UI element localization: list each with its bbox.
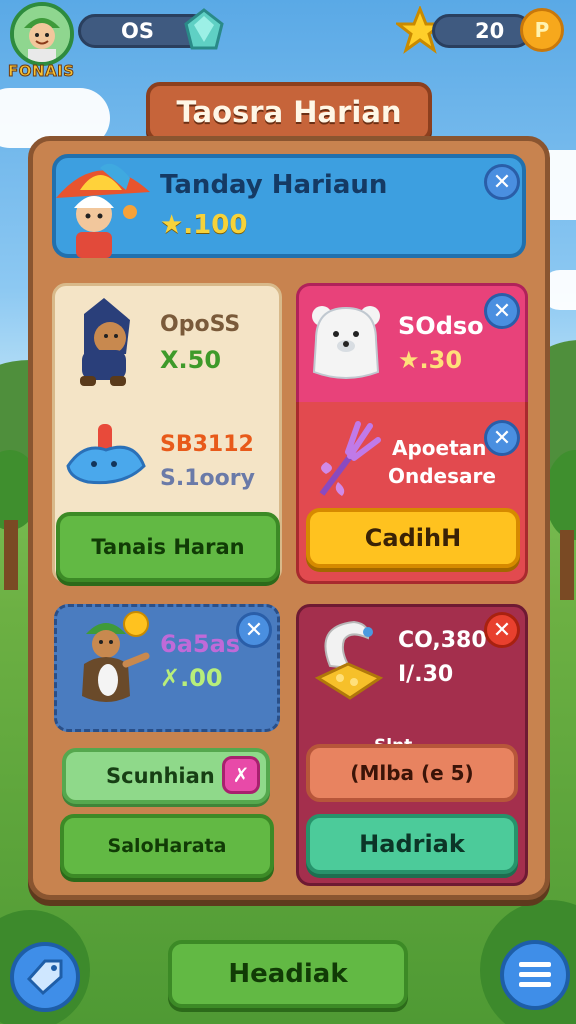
- menu-button[interactable]: [500, 940, 570, 1010]
- star-counter: 20: [432, 14, 532, 48]
- header-title: Tanday Hariaun: [160, 170, 388, 200]
- close-icon[interactable]: ✕: [484, 164, 520, 200]
- player-name: FONAIS: [8, 62, 75, 81]
- task3-value: ★.30: [398, 346, 463, 374]
- gem-icon[interactable]: [182, 8, 226, 54]
- hadriak-button[interactable]: Hadriak: [306, 814, 518, 874]
- title-banner: Taosra Harian: [146, 82, 432, 142]
- header-reward: ★.100: [160, 210, 248, 240]
- hamburger-menu-icon: [519, 962, 551, 987]
- close-icon[interactable]: ✕: [484, 420, 520, 456]
- tree-trunk: [4, 520, 18, 590]
- game-scene: FONAIS OS 20 P Taosra Harian Tanday Hari…: [0, 0, 576, 1024]
- task1-value: X.50: [160, 346, 222, 374]
- scunhian-label: Scunhian: [106, 764, 215, 788]
- close-icon[interactable]: ✕: [236, 612, 272, 648]
- blue-slime-icon: [66, 424, 146, 485]
- page-title: Taosra Harian: [176, 95, 402, 129]
- close-icon[interactable]: ✕: [484, 293, 520, 329]
- player-face-icon: [14, 6, 70, 62]
- headiak-button[interactable]: Headiak: [168, 940, 408, 1008]
- coin-icon: P: [534, 18, 550, 42]
- task3-name: SOdso: [398, 312, 484, 340]
- task5-value: ✗.00: [160, 664, 223, 692]
- bottom-left-button[interactable]: [10, 942, 80, 1012]
- ticket-icon: ✗: [222, 756, 260, 794]
- task6-name: CO,380: [398, 628, 487, 653]
- gem-count: OS: [121, 19, 154, 43]
- tanais-button[interactable]: Tanais Haran: [56, 512, 280, 582]
- treasure-horn-icon: [314, 620, 384, 700]
- close-icon[interactable]: ✕: [484, 612, 520, 648]
- slnt-button[interactable]: (Mlba (e 5): [306, 744, 518, 802]
- cadih-button[interactable]: CadihH: [306, 508, 520, 568]
- player-avatar[interactable]: [10, 2, 74, 66]
- task1-name: OpoSS: [160, 312, 241, 337]
- task2-name: SB3112: [160, 432, 254, 457]
- character-umbrella-icon: [56, 163, 150, 258]
- hooded-creature-icon: [80, 298, 130, 386]
- polar-bear-icon: [312, 306, 380, 379]
- task4-sub: Ondesare: [388, 464, 496, 488]
- hedgehog-character-icon: [82, 611, 150, 702]
- coin-button[interactable]: P: [520, 8, 564, 52]
- salo-button[interactable]: SaloHarata: [60, 814, 274, 878]
- tree-trunk: [560, 530, 574, 600]
- lavender-bouquet-icon: [319, 421, 381, 496]
- task5-name: 6a5as: [160, 630, 241, 658]
- shop-tag-icon: [26, 959, 63, 996]
- task6-value: I/.30: [398, 662, 454, 687]
- task4-name: Apoetan: [392, 436, 487, 460]
- star-count: 20: [475, 19, 505, 43]
- task2-value: S.1oory: [160, 466, 255, 491]
